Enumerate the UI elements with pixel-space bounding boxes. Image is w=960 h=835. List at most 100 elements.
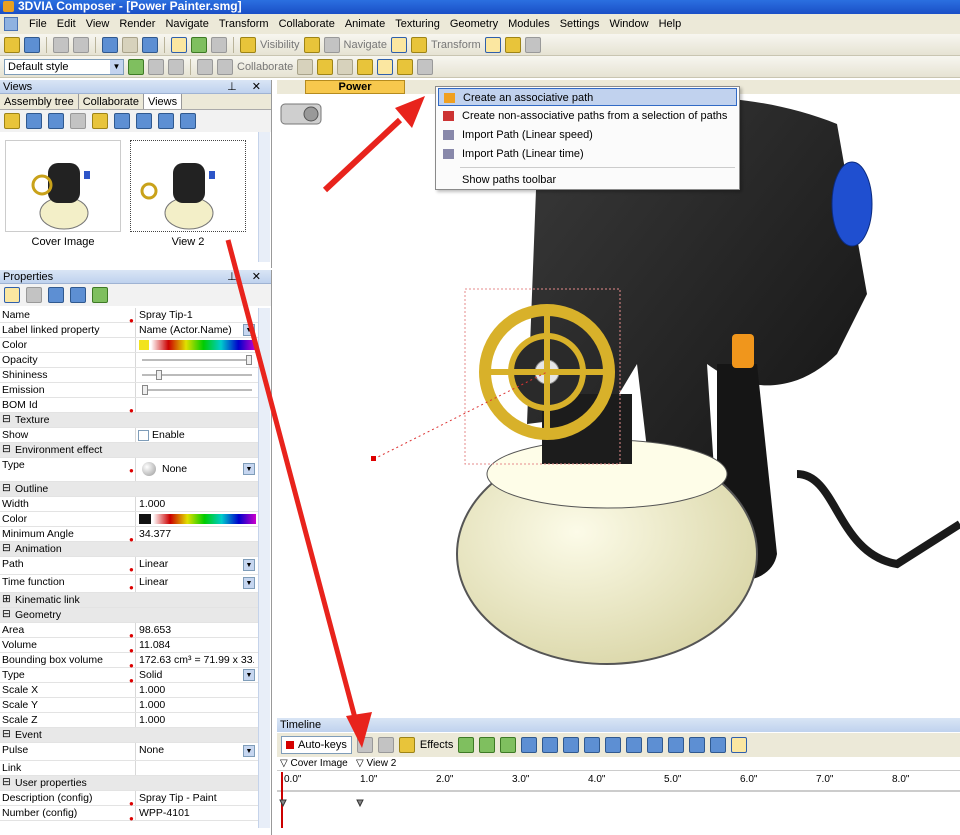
property-row[interactable]: Width 1.000 xyxy=(0,497,258,512)
property-row[interactable]: Environment effect ⊟ xyxy=(0,443,258,458)
view-check-icon[interactable] xyxy=(92,113,108,129)
menu-item-import-path-linear-speed[interactable]: Import Path (Linear speed) xyxy=(438,126,737,144)
scene-icon[interactable] xyxy=(142,36,158,53)
camera-icon[interactable] xyxy=(217,58,233,75)
property-row[interactable]: Description (config) ● Spray Tip - Paint xyxy=(0,791,258,808)
view-sort-4-icon[interactable] xyxy=(180,113,196,129)
expand-icon[interactable] xyxy=(48,287,64,303)
next-frame-icon[interactable] xyxy=(626,737,643,753)
view-sort-1-icon[interactable] xyxy=(114,113,130,129)
property-row[interactable]: Opacity xyxy=(0,353,258,368)
collapse-icon[interactable]: ⊟ xyxy=(2,413,11,425)
property-row[interactable]: Type ● Solid ▼ xyxy=(0,668,258,685)
property-row[interactable]: User properties ⊟ xyxy=(0,776,258,791)
property-row[interactable]: Area ● 98.653 xyxy=(0,623,258,640)
select-keys-icon[interactable] xyxy=(377,737,394,753)
property-row[interactable]: Emission xyxy=(0,383,258,398)
style-apply-icon[interactable] xyxy=(128,58,144,75)
transform-icon[interactable] xyxy=(484,36,501,53)
document-icon[interactable] xyxy=(4,17,18,31)
property-row[interactable]: Scale Z 1.000 xyxy=(0,713,258,728)
style-remove-icon[interactable] xyxy=(148,58,164,75)
property-row[interactable]: Scale Y 1.000 xyxy=(0,698,258,713)
views-scrollbar[interactable] xyxy=(258,132,270,262)
go-to-start-icon[interactable] xyxy=(521,737,538,753)
property-row[interactable]: Path ● Linear ▼ xyxy=(0,557,258,575)
add-key-icon[interactable] xyxy=(458,737,475,753)
undo-icon[interactable] xyxy=(53,36,69,53)
property-slider[interactable] xyxy=(142,355,252,365)
menu-navigate[interactable]: Navigate xyxy=(160,18,213,30)
menu-item-create-associative-path[interactable]: Create an associative path xyxy=(438,88,737,106)
view-marker-cover[interactable]: ▽ Cover Image xyxy=(280,757,348,771)
collapse-icon[interactable]: ⊟ xyxy=(2,542,11,554)
timeline-tracks[interactable] xyxy=(277,792,960,828)
property-row[interactable]: Color xyxy=(0,338,258,353)
chart-icon[interactable] xyxy=(171,36,187,53)
highlight-icon[interactable] xyxy=(240,36,256,53)
menu-item-create-non-associative-paths[interactable]: Create non-associative paths from a sele… xyxy=(438,107,737,125)
tab-assembly-tree[interactable]: Assembly tree xyxy=(0,94,79,109)
image-icon[interactable] xyxy=(191,36,207,53)
collapse-icon[interactable]: ⊟ xyxy=(2,482,11,494)
property-row[interactable]: Scale X 1.000 xyxy=(0,683,258,698)
move-key-icon[interactable] xyxy=(500,737,517,753)
property-row[interactable]: Texture ⊟ xyxy=(0,413,258,428)
property-row[interactable]: Shininess xyxy=(0,368,258,383)
property-row[interactable]: Number (config) ● WPP-4101 xyxy=(0,806,258,823)
property-row[interactable]: Label linked property Name (Actor.Name) ▼ xyxy=(0,323,258,338)
chevron-down-icon[interactable]: ▼ xyxy=(243,324,255,336)
effects-button[interactable]: Effects xyxy=(420,739,453,751)
property-row[interactable]: Color xyxy=(0,512,258,527)
property-slider[interactable] xyxy=(142,370,252,380)
color-picker[interactable] xyxy=(139,514,256,524)
new-view-icon[interactable] xyxy=(4,113,20,129)
timeline-select-icon[interactable] xyxy=(731,737,748,753)
align-icon[interactable] xyxy=(504,36,521,53)
delete-view-icon[interactable] xyxy=(70,113,86,129)
key-filter-icon[interactable] xyxy=(398,737,415,753)
menu-item-import-path-linear-time[interactable]: Import Path (Linear time) xyxy=(438,145,737,163)
view-sort-2-icon[interactable] xyxy=(136,113,152,129)
chevron-down-icon[interactable]: ▼ xyxy=(243,463,255,475)
color-picker[interactable] xyxy=(139,340,256,350)
document-tab[interactable]: Power Painter.smg xyxy=(305,80,405,105)
menu-view[interactable]: View xyxy=(81,18,115,30)
property-row[interactable]: Animation ⊟ xyxy=(0,542,258,557)
menu-geometry[interactable]: Geometry xyxy=(445,18,503,30)
measure-icon[interactable] xyxy=(337,58,354,75)
expand-icon[interactable]: ⊞ xyxy=(2,593,11,605)
slider-knob[interactable] xyxy=(142,385,148,395)
remove-key-icon[interactable] xyxy=(479,737,496,753)
enable-checkbox[interactable] xyxy=(138,430,149,441)
property-row[interactable]: Type ● None ▼ xyxy=(0,458,258,482)
play-icon[interactable] xyxy=(584,737,601,753)
save-icon[interactable] xyxy=(24,36,40,53)
property-row[interactable]: Show Enable xyxy=(0,428,258,443)
chevron-down-icon[interactable]: ▼ xyxy=(243,559,255,571)
view-thumbnail-cover[interactable] xyxy=(5,140,121,232)
timeline-ruler[interactable]: 0.0" 1.0" 2.0" 3.0" 4.0" 5.0" 6.0" 7.0" … xyxy=(277,772,960,792)
property-row[interactable]: Name ● Spray Tip-1 xyxy=(0,308,258,325)
menu-item-show-paths-toolbar[interactable]: Show paths toolbar xyxy=(438,171,737,189)
view-settings-icon[interactable] xyxy=(48,113,64,129)
view-sort-3-icon[interactable] xyxy=(158,113,174,129)
menu-collaborate[interactable]: Collaborate xyxy=(274,18,340,30)
points-icon[interactable] xyxy=(417,58,434,75)
previous-frame-icon[interactable] xyxy=(563,737,580,753)
view-thumbnail-view2[interactable] xyxy=(130,140,246,232)
eraser-icon[interactable] xyxy=(323,36,340,53)
view-marker-view2[interactable]: ▽ View 2 xyxy=(356,757,396,771)
timeline-settings-icon[interactable] xyxy=(710,737,727,753)
visibility-icon[interactable] xyxy=(303,36,320,53)
stop-icon[interactable] xyxy=(605,737,622,753)
auto-keys-button[interactable]: Auto-keys xyxy=(281,736,352,754)
link-icon[interactable] xyxy=(211,36,227,53)
style-edit-icon[interactable] xyxy=(168,58,184,75)
select-box-icon[interactable] xyxy=(122,36,138,53)
property-row[interactable]: Bounding box volume ● 172.63 cm³ = 71.99 x… xyxy=(0,653,258,670)
markup-icon[interactable] xyxy=(357,58,374,75)
loop-icon[interactable] xyxy=(689,737,706,753)
chevron-down-icon[interactable]: ▼ xyxy=(243,669,255,681)
path-icon[interactable] xyxy=(377,58,394,75)
